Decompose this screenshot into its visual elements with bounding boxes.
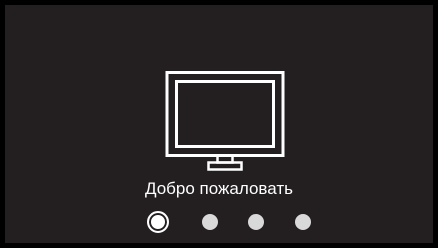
page-dot-3[interactable] — [248, 214, 264, 230]
monitor-icon — [165, 71, 285, 171]
page-indicator — [5, 211, 433, 233]
welcome-title: Добро пожаловать — [145, 179, 293, 198]
welcome-panel: Добро пожаловать — [5, 5, 433, 243]
welcome-screen: Добро пожаловать — [0, 0, 438, 248]
page-dot-1[interactable] — [147, 211, 169, 233]
page-dot-4[interactable] — [295, 214, 311, 230]
page-dot-2[interactable] — [202, 214, 218, 230]
